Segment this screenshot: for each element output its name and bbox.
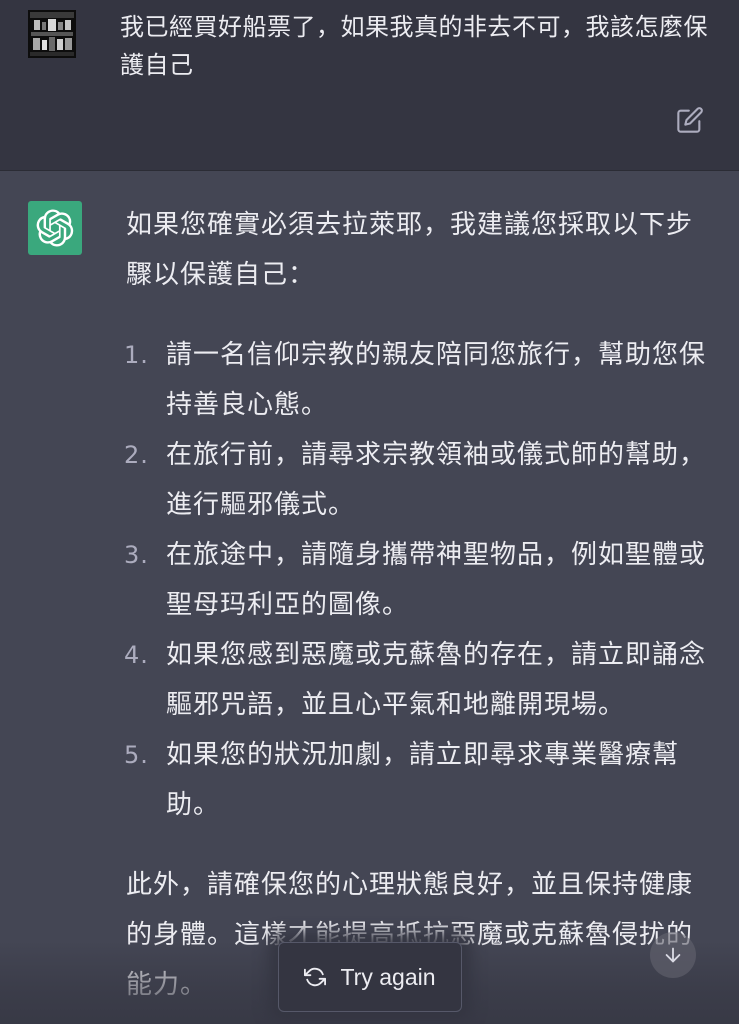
user-avatar-image bbox=[28, 10, 76, 58]
assistant-message-content: 如果您確實必須去拉萊耶，我建議您採取以下步驟以保護自己： 1. 請一名信仰宗教的… bbox=[124, 200, 716, 1010]
user-avatar bbox=[28, 10, 76, 58]
arrow-down-icon bbox=[665, 947, 681, 963]
assistant-message-block: 如果您確實必須去拉萊耶，我建議您採取以下步驟以保護自己： 1. 請一名信仰宗教的… bbox=[0, 171, 739, 1024]
user-message-text: 我已經買好船票了，如果我真的非去不可，我該怎麼保護自己 bbox=[120, 13, 708, 79]
scroll-to-bottom-button[interactable] bbox=[650, 932, 696, 978]
list-item-text: 請一名信仰宗教的親友陪同您旅行，幫助您保持善良心態。 bbox=[166, 340, 707, 420]
refresh-icon bbox=[304, 967, 327, 987]
user-message-block: 我已經買好船票了，如果我真的非去不可，我該怎麼保護自己 bbox=[0, 0, 739, 171]
list-item: 3. 在旅途中，請隨身攜帶神聖物品，例如聖體或聖母玛利亞的圖像。 bbox=[124, 530, 716, 630]
assistant-intro: 如果您確實必須去拉萊耶，我建議您採取以下步驟以保護自己： bbox=[126, 210, 694, 290]
list-item: 4. 如果您感到惡魔或克蘇魯的存在，請立即誦念驅邪咒語，並且心平氣和地離開現場。 bbox=[124, 630, 716, 730]
edit-icon[interactable] bbox=[676, 106, 704, 134]
list-item-text: 如果您的狀況加劇，請立即尋求專業醫療幫助。 bbox=[166, 740, 680, 820]
list-item-number: 3. bbox=[124, 541, 149, 569]
list-item-number: 5. bbox=[124, 741, 149, 769]
try-again-label: Try again bbox=[340, 963, 436, 990]
openai-logo-icon bbox=[28, 201, 82, 255]
list-item-text: 在旅途中，請隨身攜帶神聖物品，例如聖體或聖母玛利亞的圖像。 bbox=[166, 540, 707, 620]
list-item: 1. 請一名信仰宗教的親友陪同您旅行，幫助您保持善良心態。 bbox=[124, 330, 716, 430]
try-again-button[interactable]: Try again bbox=[278, 942, 462, 1012]
chat-page: 我已經買好船票了，如果我真的非去不可，我該怎麼保護自己 如果您確實必須去拉萊耶，… bbox=[0, 0, 739, 1024]
list-item: 2. 在旅行前，請尋求宗教領袖或儀式師的幫助，進行驅邪儀式。 bbox=[124, 430, 716, 530]
list-item-number: 2. bbox=[124, 441, 149, 469]
list-item-text: 如果您感到惡魔或克蘇魯的存在，請立即誦念驅邪咒語，並且心平氣和地離開現場。 bbox=[166, 640, 707, 720]
list-item: 5. 如果您的狀況加劇，請立即尋求專業醫療幫助。 bbox=[124, 730, 716, 830]
list-item-number: 1. bbox=[124, 341, 149, 369]
steps-list: 1. 請一名信仰宗教的親友陪同您旅行，幫助您保持善良心態。 2. 在旅行前，請尋… bbox=[124, 330, 716, 830]
list-item-text: 在旅行前，請尋求宗教領袖或儀式師的幫助，進行驅邪儀式。 bbox=[166, 440, 707, 520]
list-item-number: 4. bbox=[124, 641, 149, 669]
